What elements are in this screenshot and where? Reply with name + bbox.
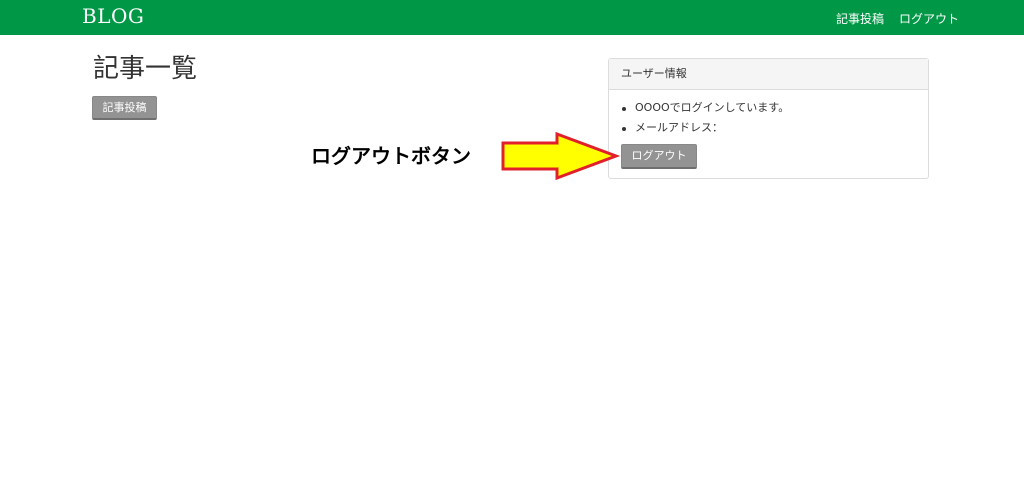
login-status-text: OOOOでログインしています。 (620, 100, 789, 120)
email-address-text: メールアドレス： (620, 120, 789, 140)
brand-logo[interactable]: BLOG (82, 4, 144, 28)
nav-logout-link[interactable]: ログアウト (899, 10, 959, 27)
logout-button[interactable]: ログアウト (621, 144, 697, 169)
page-title: 記事一覧 (93, 54, 198, 84)
post-article-button[interactable]: 記事投稿 (92, 96, 157, 120)
top-navbar: BLOG 記事投稿 ログアウト (0, 0, 1024, 35)
right-arrow-icon (501, 131, 621, 181)
user-info-list: OOOOでログインしています。 メールアドレス： (620, 100, 789, 140)
panel-heading: ユーザー情報 (609, 59, 928, 90)
right-arrow-shape (501, 131, 621, 181)
nav-post-link[interactable]: 記事投稿 (836, 10, 884, 27)
annotation-label: ログアウトボタン (311, 144, 471, 168)
user-info-panel: ユーザー情報 OOOOでログインしています。 メールアドレス： ログアウト (608, 58, 929, 179)
